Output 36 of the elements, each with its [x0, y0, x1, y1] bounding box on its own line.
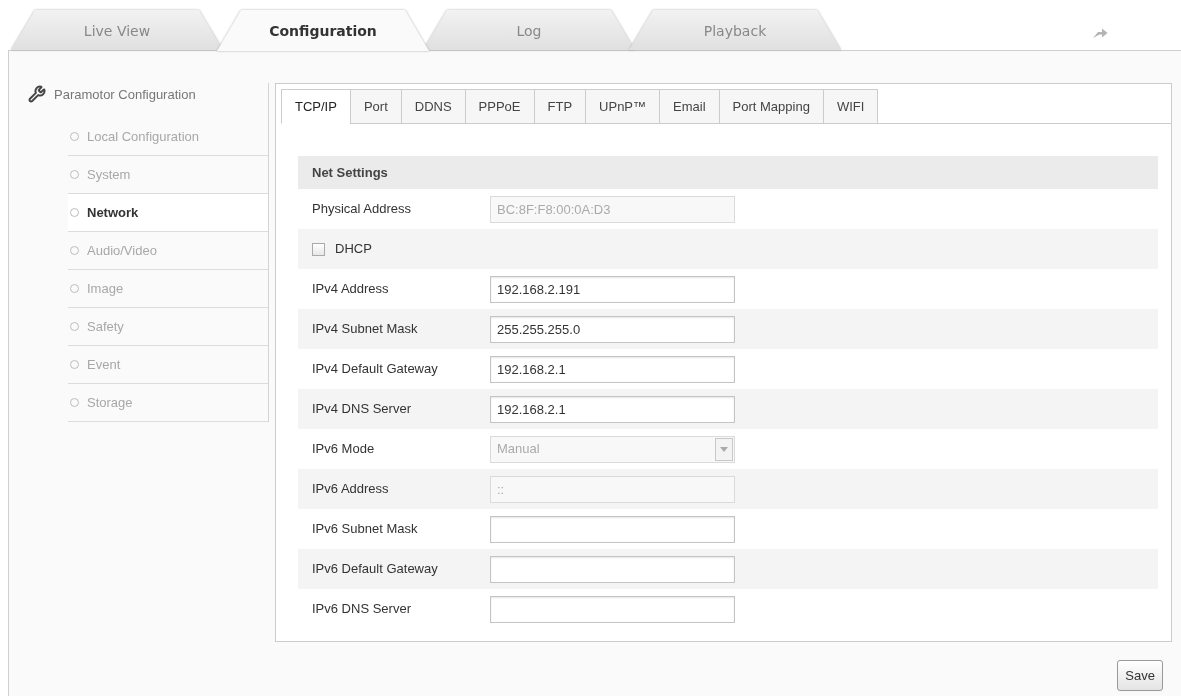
checkbox-label: DHCP [335, 240, 372, 259]
input-field[interactable]: 192.168.2.1 [490, 355, 735, 383]
input-field[interactable]: 192.168.2.191 [490, 275, 735, 303]
save-button[interactable]: Save [1117, 660, 1163, 691]
input-field[interactable] [490, 595, 735, 623]
input-field[interactable]: 255.255.255.0 [490, 315, 735, 343]
sidebar-heading: Paramotor Configuration [54, 86, 196, 104]
tab[interactable]: Configuration [217, 10, 429, 51]
field-label: IPv6 DNS Server [312, 600, 412, 619]
field-label: IPv6 Default Gateway [312, 560, 439, 579]
field-label: IPv6 Address [312, 480, 390, 499]
field-label: IPv4 DNS Server [312, 400, 412, 419]
tab[interactable]: UPnP™ [585, 89, 661, 124]
input-field[interactable]: 192.168.2.1 [490, 395, 735, 423]
field-label: IPv4 Default Gateway [312, 360, 439, 379]
tab[interactable]: TCP/IP [281, 89, 351, 124]
arrow-icon[interactable] [1092, 27, 1108, 39]
tab[interactable]: FTP [533, 89, 587, 124]
field-label: IPv4 Subnet Mask [312, 320, 419, 339]
caret-icon [715, 437, 733, 461]
tab[interactable]: Port [349, 89, 402, 124]
section-header: Net Settings [298, 156, 1158, 189]
field-label: IPv6 Mode [312, 440, 376, 459]
tab[interactable]: Port Mapping [718, 89, 824, 124]
tab[interactable]: WIFI [822, 89, 879, 124]
input-field[interactable] [490, 515, 735, 543]
field-label: Physical Address [312, 200, 412, 219]
field-label: IPv6 Subnet Mask [312, 520, 419, 539]
tab[interactable]: PPPoE [464, 89, 535, 124]
checkbox[interactable] [312, 242, 325, 256]
wrench-icon [28, 85, 46, 103]
input-field[interactable] [490, 555, 735, 583]
field-label: IPv4 Address [312, 280, 390, 299]
tab[interactable]: Email [659, 89, 720, 124]
tab[interactable]: DDNS [400, 89, 466, 124]
sidebar-item[interactable]: Network [68, 194, 268, 232]
